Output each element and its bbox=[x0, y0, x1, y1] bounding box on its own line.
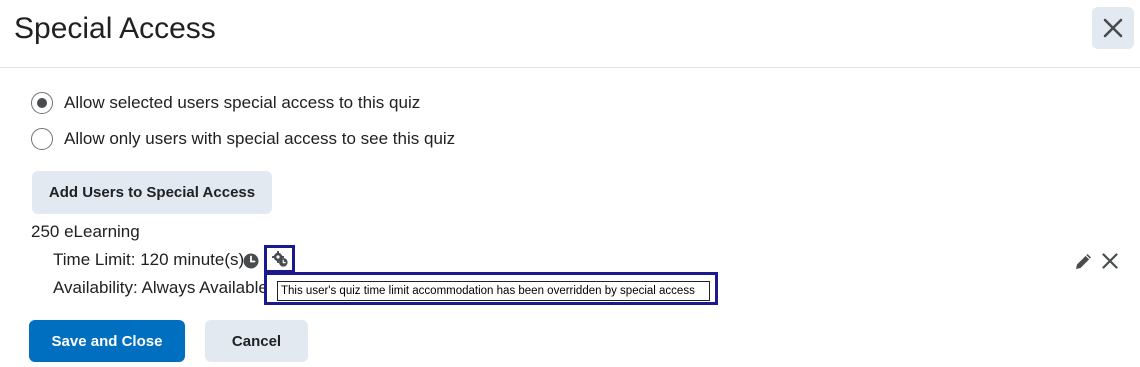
remove-user-button[interactable] bbox=[1099, 250, 1121, 272]
radio-button-selected-users[interactable] bbox=[31, 92, 53, 114]
tooltip-highlight: This user's quiz time limit accommodatio… bbox=[264, 272, 718, 305]
close-icon bbox=[1103, 18, 1123, 38]
override-indicator-button[interactable] bbox=[264, 245, 295, 273]
user-name: 250 eLearning bbox=[31, 222, 140, 241]
pencil-icon bbox=[1076, 254, 1091, 269]
close-dialog-button[interactable] bbox=[1092, 7, 1134, 49]
dialog-header: Special Access bbox=[0, 0, 1140, 68]
close-icon bbox=[1102, 253, 1118, 269]
radio-option-only-special[interactable]: Allow only users with special access to … bbox=[31, 128, 455, 150]
radio-selected-dot bbox=[37, 98, 47, 108]
time-limit-text: Time Limit: 120 minute(s) bbox=[53, 250, 245, 269]
radio-label-only-special: Allow only users with special access to … bbox=[64, 129, 456, 148]
edit-user-button[interactable] bbox=[1073, 250, 1095, 272]
add-users-button[interactable]: Add Users to Special Access bbox=[32, 171, 272, 214]
dialog-title: Special Access bbox=[14, 12, 216, 45]
radio-label-selected-users: Allow selected users special access to t… bbox=[64, 93, 421, 112]
gear-override-icon bbox=[271, 251, 288, 267]
override-tooltip: This user's quiz time limit accommodatio… bbox=[277, 281, 710, 301]
save-and-close-button[interactable]: Save and Close bbox=[29, 320, 185, 362]
availability-text: Availability: Always Available bbox=[53, 278, 268, 297]
cancel-button[interactable]: Cancel bbox=[205, 320, 308, 362]
clock-icon bbox=[243, 253, 259, 269]
radio-button-only-special[interactable] bbox=[31, 128, 53, 150]
radio-option-selected-users[interactable]: Allow selected users special access to t… bbox=[31, 92, 420, 114]
